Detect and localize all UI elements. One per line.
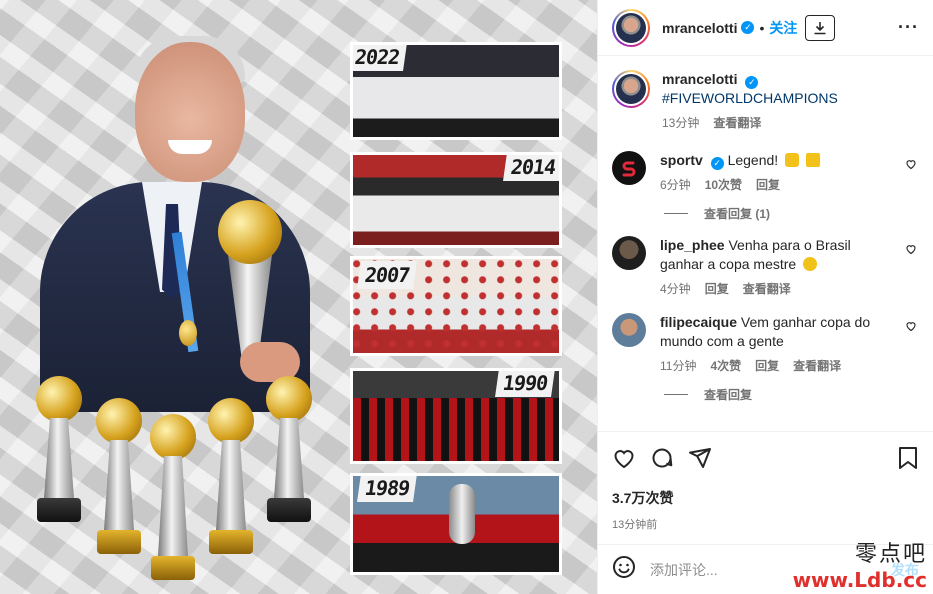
separator: •: [759, 19, 765, 36]
trophy-icon: [266, 376, 312, 522]
year-label: 1990: [494, 371, 555, 397]
avatar[interactable]: [612, 313, 646, 347]
verified-icon: ✓: [745, 76, 759, 89]
likes-count[interactable]: 3.7万次赞: [612, 488, 919, 508]
reply-button[interactable]: 回复: [705, 280, 729, 299]
post-actions: 3.7万次赞 13分钟前: [598, 431, 933, 532]
trophy-icon: [208, 398, 254, 554]
trophy-icon: [96, 398, 142, 554]
club-world-cup-trophy: [200, 200, 300, 382]
avatar[interactable]: [612, 70, 650, 108]
heart-icon[interactable]: [905, 242, 917, 255]
share-icon[interactable]: [688, 446, 712, 475]
comment-item: lipe_phee Venha para o Brasil ganhar a c…: [612, 236, 917, 299]
photo-2022: 2022: [350, 42, 562, 140]
comment-item: filipecaique Vem ganhar copa do mundo co…: [612, 313, 917, 376]
praying-hands-emoji: [803, 257, 818, 271]
post-button[interactable]: 发布: [891, 560, 919, 580]
translate-link[interactable]: 查看翻译: [713, 114, 761, 133]
comment-username[interactable]: sportv: [660, 152, 703, 168]
save-icon[interactable]: [897, 446, 919, 475]
caption: mrancelotti ✓ #FIVEWORLDCHAMPIONS 13分钟 查…: [612, 70, 917, 133]
heart-icon[interactable]: [905, 319, 917, 332]
comment-composer: 添加评论... 发布: [598, 544, 933, 594]
post-header: mrancelotti ✓ • 关注 ···: [598, 0, 933, 56]
year-label: 1989: [357, 476, 418, 502]
author-username[interactable]: mrancelotti: [662, 20, 737, 36]
avatar[interactable]: [612, 8, 650, 47]
view-replies-label: 查看回复: [704, 388, 753, 402]
post-image[interactable]: 2022 2014 2007 1990 1989: [0, 0, 597, 594]
comment-text: Legend!: [727, 152, 779, 168]
trophy-emoji: [785, 153, 800, 167]
comment-item: sportv ✓ Legend! 6分钟 10次赞 回复: [612, 151, 917, 195]
comment-username[interactable]: lipe_phee: [660, 237, 725, 253]
comment-input[interactable]: 添加评论...: [650, 560, 718, 580]
comment-icon[interactable]: [650, 446, 674, 475]
comments-section[interactable]: mrancelotti ✓ #FIVEWORLDCHAMPIONS 13分钟 查…: [598, 56, 933, 431]
caption-time[interactable]: 13分钟: [662, 114, 699, 133]
comment-likes[interactable]: 4次赞: [710, 357, 741, 376]
heart-icon[interactable]: [612, 446, 636, 475]
caption-hashtag[interactable]: #FIVEWORLDCHAMPIONS: [662, 89, 895, 108]
divider: [664, 394, 688, 395]
reply-button[interactable]: 回复: [756, 176, 780, 195]
caption-username[interactable]: mrancelotti: [662, 71, 737, 87]
view-replies-button[interactable]: 查看回复: [664, 386, 917, 403]
translate-link[interactable]: 查看翻译: [793, 357, 841, 376]
crown-emoji: [805, 153, 820, 167]
photo-2007: 2007: [350, 256, 562, 356]
comment-time[interactable]: 6分钟: [660, 176, 691, 195]
comment-time[interactable]: 4分钟: [660, 280, 691, 299]
year-label: 2014: [502, 155, 559, 181]
trophy-icon: [36, 376, 82, 522]
post-sidebar: mrancelotti ✓ • 关注 ··· mrancelotti ✓ #FI…: [597, 0, 933, 594]
verified-icon: ✓: [741, 21, 755, 34]
photo-1989: 1989: [350, 473, 562, 575]
trophy-icon: [150, 414, 196, 580]
avatar[interactable]: [612, 236, 646, 270]
translate-link[interactable]: 查看翻译: [743, 280, 791, 299]
year-label: 2007: [357, 261, 418, 289]
year-label: 2022: [353, 45, 408, 71]
reply-button[interactable]: 回复: [755, 357, 779, 376]
view-replies-button[interactable]: 查看回复 (1): [664, 205, 917, 222]
comment-time[interactable]: 11分钟: [660, 357, 696, 376]
avatar[interactable]: [612, 151, 646, 185]
post-time[interactable]: 13分钟前: [612, 516, 919, 532]
photo-1990: 1990: [350, 368, 562, 464]
follow-button[interactable]: 关注: [769, 18, 797, 38]
divider: [664, 213, 688, 214]
more-options-icon[interactable]: ···: [898, 17, 919, 38]
verified-icon: ✓: [710, 157, 724, 170]
medal-icon: [179, 320, 197, 346]
view-replies-label: 查看回复 (1): [704, 207, 771, 221]
emoji-icon[interactable]: [612, 555, 636, 584]
photo-2014: 2014: [350, 152, 562, 248]
download-icon[interactable]: [805, 14, 836, 41]
heart-icon[interactable]: [905, 157, 917, 170]
comment-username[interactable]: filipecaique: [660, 314, 737, 330]
comment-likes[interactable]: 10次赞: [705, 176, 742, 195]
